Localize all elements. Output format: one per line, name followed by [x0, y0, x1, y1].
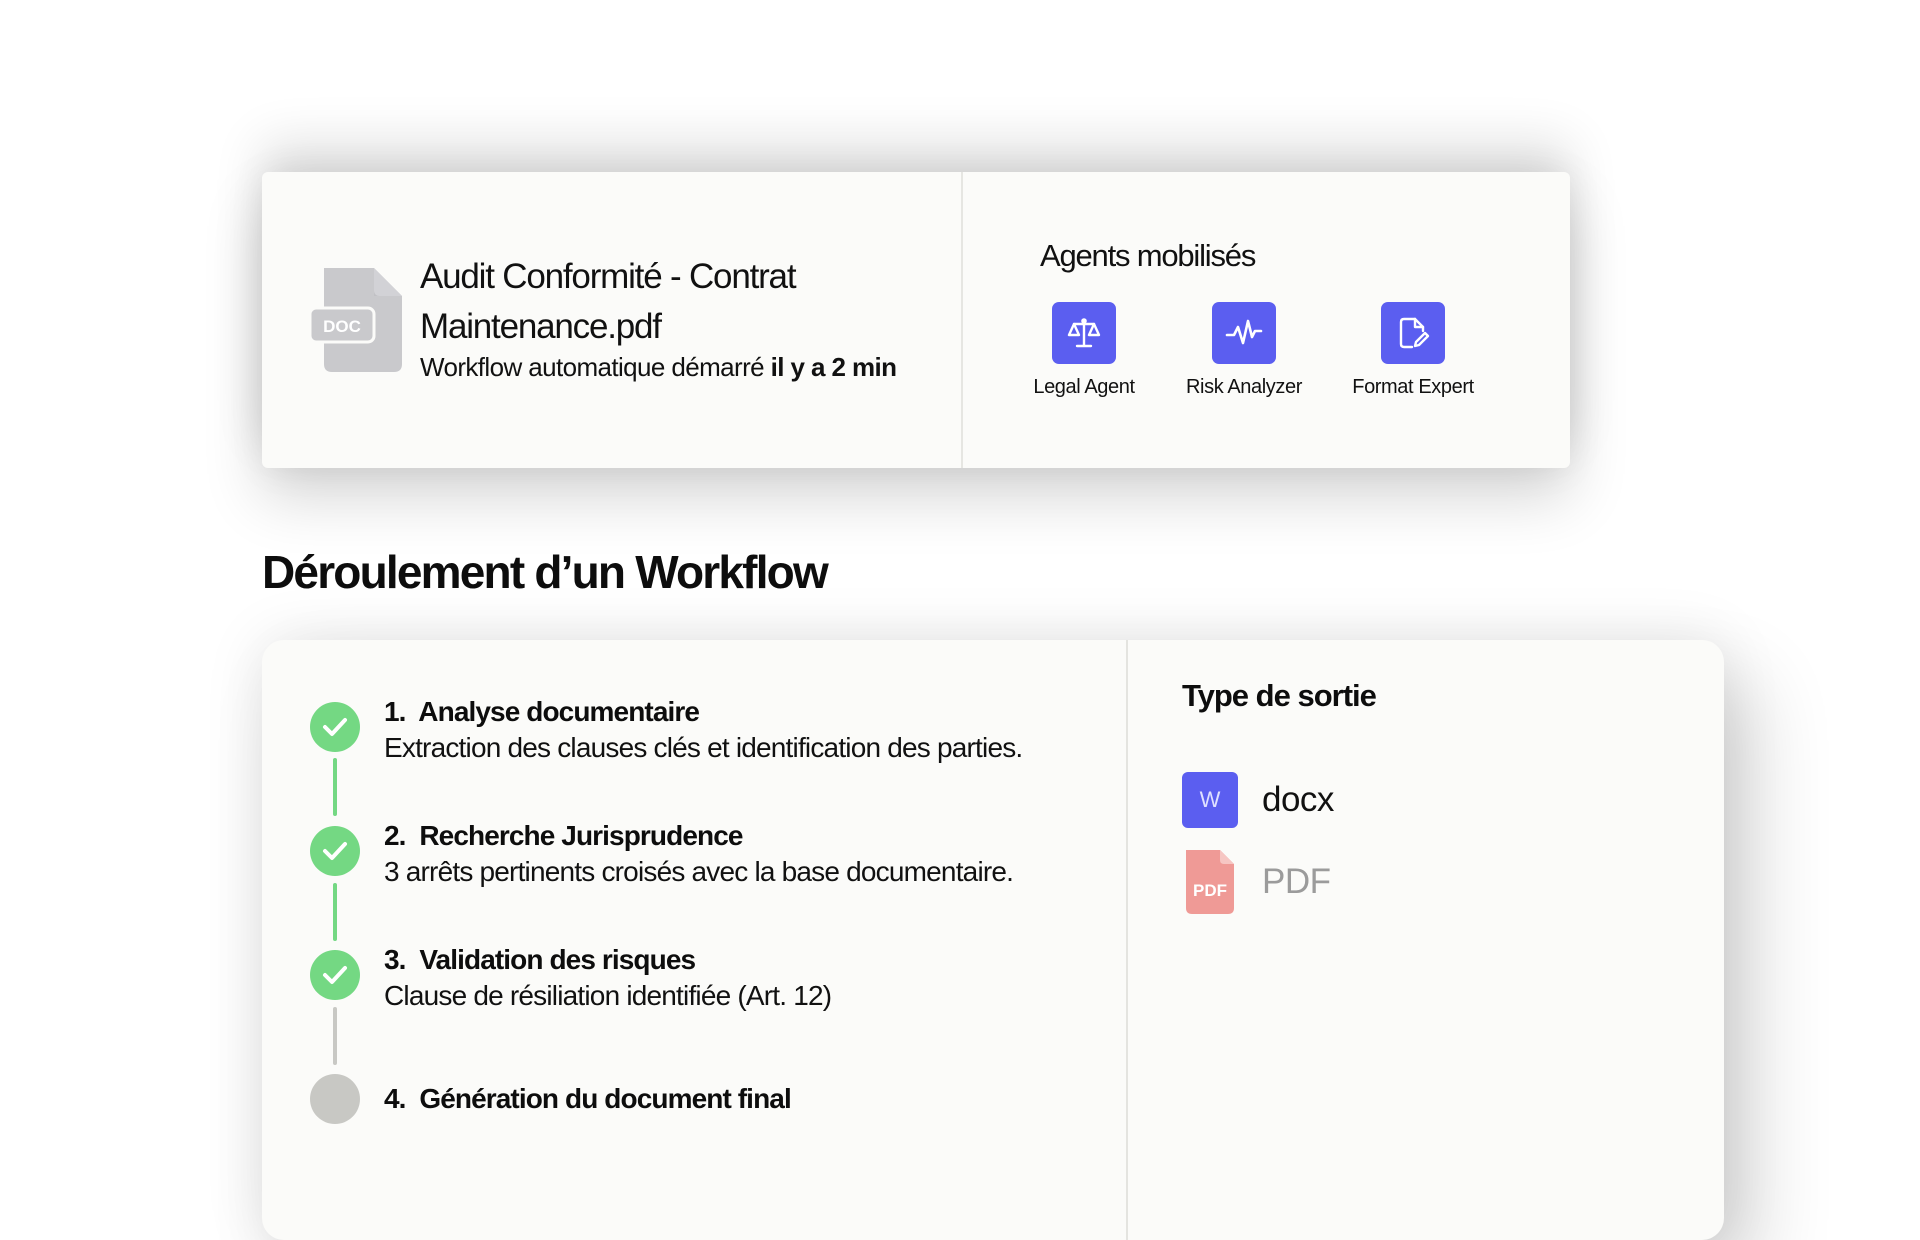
agent-risk[interactable]: Risk Analyzer — [1164, 302, 1324, 399]
workflow-card: 1. Analyse documentaire Extraction des c… — [262, 640, 1724, 1240]
check-icon — [310, 950, 360, 1000]
pdf-icon-label: PDF — [1193, 881, 1227, 900]
output-type-pane: Type de sortie W docx PDF PDF — [1128, 640, 1724, 1240]
section-title: Déroulement d’un Workflow — [262, 546, 829, 598]
step-title: 2. Recherche Jurisprudence — [384, 820, 743, 851]
output-label: PDF — [1262, 862, 1331, 901]
document-pane: DOC Audit Conformité - Contrat Maintenan… — [262, 172, 963, 468]
subtitle-time: il y a 2 min — [770, 352, 897, 382]
pulse-icon — [1212, 302, 1276, 364]
workflow-step: 3. Validation des risques Clause de rési… — [384, 942, 832, 1014]
agent-legal[interactable]: Legal Agent — [1004, 302, 1164, 399]
step-connector — [333, 883, 337, 941]
scales-icon — [1052, 302, 1116, 364]
workflow-step: 4. Génération du document final — [384, 1081, 792, 1117]
workflow-summary-card: DOC Audit Conformité - Contrat Maintenan… — [262, 172, 1570, 468]
step-title: 4. Génération du document final — [384, 1083, 792, 1114]
doc-icon-label: DOC — [323, 317, 361, 336]
step-description: Extraction des clauses clés et identific… — [384, 732, 1023, 763]
pdf-file-icon: PDF — [1182, 850, 1238, 914]
agent-format[interactable]: Format Expert — [1333, 302, 1493, 399]
agent-label: Risk Analyzer — [1186, 376, 1302, 398]
step-connector — [333, 758, 337, 816]
output-label: docx — [1262, 780, 1334, 819]
output-title: Type de sortie — [1182, 678, 1377, 713]
step-title: 1. Analyse documentaire — [384, 696, 700, 727]
agents-pane: Agents mobilisés Legal Agent Risk Analyz… — [963, 172, 1570, 468]
file-edit-icon — [1381, 302, 1445, 364]
workflow-step: 2. Recherche Jurisprudence 3 arrêts pert… — [384, 818, 1014, 890]
check-icon — [310, 702, 360, 752]
step-description: Clause de résiliation identifiée (Art. 1… — [384, 980, 832, 1011]
output-option-docx[interactable]: W docx — [1182, 772, 1334, 828]
doc-file-icon: DOC — [308, 268, 410, 372]
step-title: 3. Validation des risques — [384, 944, 696, 975]
check-icon — [310, 826, 360, 876]
step-description: 3 arrêts pertinents croisés avec la base… — [384, 856, 1014, 887]
word-doc-icon: W — [1182, 772, 1238, 828]
subtitle-prefix: Workflow automatique démarré — [420, 352, 765, 382]
workflow-steps: 1. Analyse documentaire Extraction des c… — [262, 640, 1128, 1240]
pending-step-icon — [310, 1074, 360, 1124]
output-option-pdf[interactable]: PDF PDF — [1182, 850, 1331, 914]
step-connector — [333, 1007, 337, 1065]
agent-label: Format Expert — [1352, 376, 1474, 398]
workflow-step: 1. Analyse documentaire Extraction des c… — [384, 694, 1023, 766]
agent-label: Legal Agent — [1033, 376, 1135, 398]
document-subtitle: Workflow automatique démarré il y a 2 mi… — [420, 352, 897, 383]
document-title: Audit Conformité - Contrat Maintenance.p… — [420, 257, 797, 346]
agents-title: Agents mobilisés — [1040, 238, 1256, 273]
